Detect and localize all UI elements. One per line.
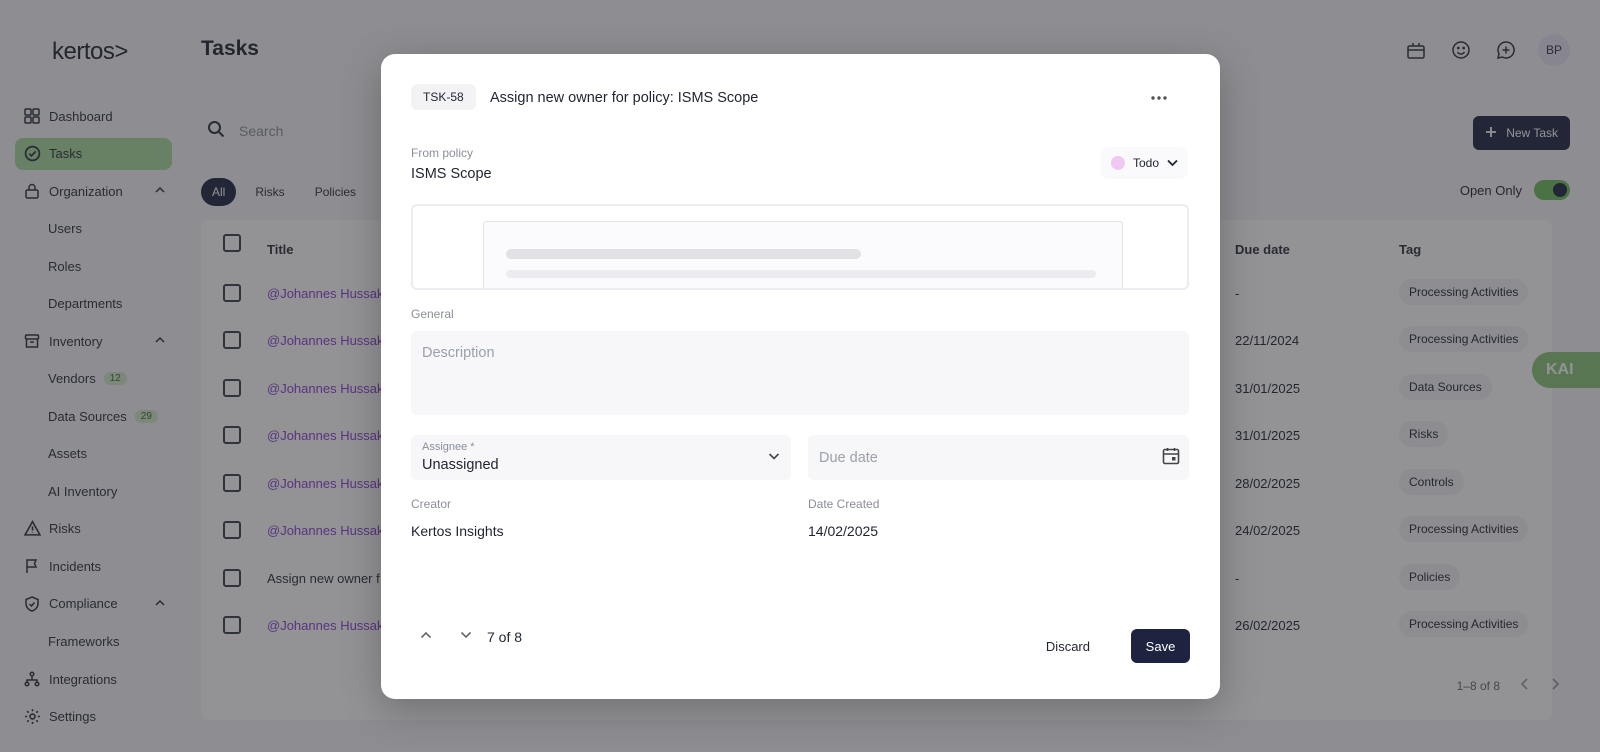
- assignee-label: Assignee *: [422, 441, 475, 453]
- save-button[interactable]: Save: [1131, 629, 1190, 663]
- status-dot: [1110, 156, 1125, 170]
- chevron-down-icon: [767, 449, 781, 468]
- creator-value: Kertos Insights: [411, 523, 504, 539]
- policy-preview[interactable]: [411, 204, 1189, 290]
- calendar-icon[interactable]: [1161, 446, 1181, 471]
- loading-skeleton: [506, 249, 861, 259]
- description-field[interactable]: Description: [411, 331, 1189, 415]
- task-navigation: 7 of 8: [419, 628, 522, 645]
- chevron-up-icon[interactable]: [419, 628, 433, 645]
- task-position: 7 of 8: [487, 628, 523, 645]
- due-date-placeholder: Due date: [819, 450, 878, 466]
- loading-skeleton: [506, 270, 1096, 278]
- discard-button[interactable]: Discard: [1046, 639, 1090, 654]
- task-id-badge: TSK-58: [411, 84, 476, 110]
- chevron-down-icon[interactable]: [459, 628, 473, 645]
- description-placeholder: Description: [422, 345, 495, 361]
- from-policy-link[interactable]: ISMS Scope: [411, 166, 492, 182]
- due-date-field[interactable]: Due date: [808, 435, 1189, 480]
- preview-document: [483, 221, 1123, 288]
- more-options-icon[interactable]: [1150, 88, 1168, 106]
- status-dropdown[interactable]: Todo: [1100, 147, 1188, 179]
- assignee-select[interactable]: Assignee * Unassigned: [411, 435, 791, 480]
- from-policy-label: From policy: [411, 146, 474, 160]
- general-section-label: General: [411, 307, 454, 321]
- date-created-value: 14/02/2025: [808, 523, 879, 539]
- chevron-down-icon: [1167, 156, 1178, 170]
- task-detail-modal: TSK-58 Assign new owner for policy: ISMS…: [381, 54, 1220, 699]
- status-label: Todo: [1132, 156, 1159, 170]
- date-created-label: Date Created: [808, 497, 880, 511]
- assignee-value: Unassigned: [422, 457, 499, 473]
- creator-label: Creator: [411, 497, 452, 511]
- task-title[interactable]: Assign new owner for policy: ISMS Scope: [490, 90, 758, 106]
